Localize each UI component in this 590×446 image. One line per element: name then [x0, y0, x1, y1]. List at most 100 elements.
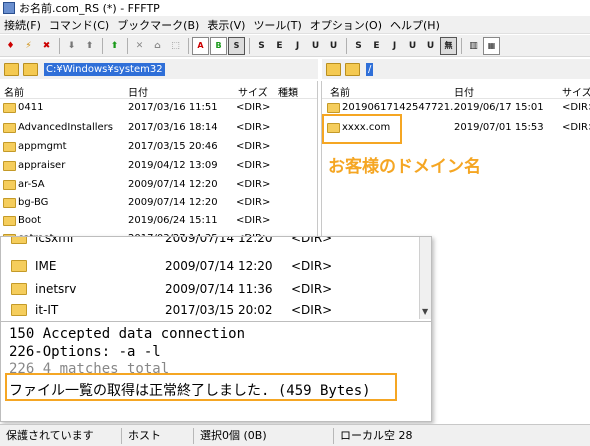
local-column-header: 名前 日付 サイズ 種類: [0, 81, 317, 99]
menu-bookmark[interactable]: ブックマーク(B): [113, 17, 203, 33]
file-size: <DIR>: [236, 122, 271, 133]
file-date: 2009/07/14 12:20: [165, 259, 273, 273]
binary-mode-icon[interactable]: B: [210, 36, 227, 55]
folder-icon: [3, 142, 16, 152]
file-name: 0411: [18, 102, 44, 113]
file-size: <DIR>: [236, 179, 271, 190]
file-date: 2019/07/01 15:53: [454, 122, 544, 133]
kanji-utf8-icon[interactable]: U: [307, 37, 324, 55]
app-icon: [3, 2, 15, 14]
folder-up-icon[interactable]: [326, 62, 341, 76]
ascii-mode-icon[interactable]: A: [192, 36, 209, 55]
download-icon[interactable]: ⬇: [63, 37, 80, 55]
col-name[interactable]: 名前: [4, 84, 24, 99]
zoom-inset: icsxml 2009/07/14 12:20 <DIR> IME 2009/0…: [0, 236, 432, 422]
col-name[interactable]: 名前: [330, 84, 350, 99]
file-size: <DIR>: [562, 122, 590, 133]
delete-icon[interactable]: ✕: [131, 37, 148, 55]
rename-icon[interactable]: ⌂: [149, 37, 166, 55]
list-item[interactable]: 0411 2017/03/16 11:51 <DIR>: [0, 99, 317, 117]
scroll-down-icon[interactable]: ▼: [422, 307, 428, 316]
kanji-jis-icon[interactable]: J: [289, 37, 306, 55]
remote-jis-icon[interactable]: J: [386, 37, 403, 55]
folder-icon: [11, 237, 27, 244]
zoom-scrollbar[interactable]: ▼: [419, 237, 431, 319]
folder-up-icon[interactable]: [4, 62, 19, 76]
remote-utf8bom-icon[interactable]: U: [422, 37, 439, 55]
list-item[interactable]: icsxml 2009/07/14 12:20 <DIR>: [1, 237, 419, 249]
local-path-input[interactable]: C:¥Windows¥system32: [44, 62, 165, 76]
menu-command[interactable]: コマンド(C): [45, 17, 113, 33]
status-local-free: ローカル空 28: [340, 428, 413, 442]
file-size: <DIR>: [291, 282, 333, 296]
menu-options[interactable]: オプション(O): [306, 17, 386, 33]
zoom-file-list[interactable]: icsxml 2009/07/14 12:20 <DIR> IME 2009/0…: [1, 237, 419, 319]
file-name: 20190617142547721...: [342, 102, 460, 113]
list-item[interactable]: bg-BG 2009/07/14 12:20 <DIR>: [0, 194, 317, 212]
no-convert-icon[interactable]: 無: [440, 36, 457, 55]
file-date: 2009/07/14 11:36: [165, 282, 273, 296]
kanji-utf8bom-icon[interactable]: U: [325, 37, 342, 55]
toolbar: ♦ ⚡ ✖ ⬇ ⬆ ⬆ ✕ ⌂ ⬚ A B S S E J U U S E J …: [0, 35, 590, 57]
file-date: 2009/07/14 12:20: [165, 237, 273, 245]
list-view-icon[interactable]: ▥: [465, 37, 482, 55]
mirror-upload-icon[interactable]: ⬆: [106, 37, 123, 55]
domain-highlight-box: [322, 114, 402, 144]
list-item[interactable]: ar-SA 2009/07/14 12:20 <DIR>: [0, 176, 317, 194]
domain-annotation-label: お客様のドメイン名: [328, 157, 481, 177]
remote-sjis-icon[interactable]: S: [350, 37, 367, 55]
file-size: <DIR>: [236, 102, 271, 113]
toolbar-separator: [59, 37, 60, 54]
remote-address-bar: /: [322, 59, 590, 79]
kanji-sjis-icon[interactable]: S: [253, 37, 270, 55]
toolbar-separator: [188, 37, 189, 54]
remote-path-input[interactable]: /: [366, 62, 374, 76]
menu-help[interactable]: ヘルプ(H): [386, 17, 444, 33]
file-size: <DIR>: [562, 102, 590, 113]
file-name: appraiser: [18, 160, 66, 171]
remote-euc-icon[interactable]: E: [368, 37, 385, 55]
list-item[interactable]: AdvancedInstallers 2017/03/16 18:14 <DIR…: [0, 119, 317, 137]
folder-open-icon[interactable]: [23, 62, 38, 76]
col-date[interactable]: 日付: [454, 84, 474, 99]
status-host: ホスト: [122, 427, 194, 444]
menu-tools[interactable]: ツール(T): [249, 17, 305, 33]
file-date: 2019/04/12 13:09: [128, 160, 218, 171]
local-address-bar: C:¥Windows¥system32: [0, 59, 318, 79]
remote-utf8-icon[interactable]: U: [404, 37, 421, 55]
upload-icon[interactable]: ⬆: [81, 37, 98, 55]
auto-mode-icon[interactable]: S: [228, 36, 245, 55]
col-size[interactable]: サイズ: [562, 84, 590, 99]
folder-icon: [11, 304, 27, 316]
toolbar-separator: [461, 37, 462, 54]
file-size: <DIR>: [236, 215, 271, 226]
list-item[interactable]: appraiser 2019/04/12 13:09 <DIR>: [0, 157, 317, 175]
list-item[interactable]: IME 2009/07/14 12:20 <DIR>: [1, 255, 419, 277]
quick-connect-icon[interactable]: ⚡: [20, 37, 37, 55]
list-item[interactable]: inetsrv 2009/07/14 11:36 <DIR>: [1, 278, 419, 300]
toolbar-separator: [346, 37, 347, 54]
folder-open-icon[interactable]: [345, 62, 360, 76]
file-name: bg-BG: [18, 197, 49, 208]
mkdir-icon[interactable]: ⬚: [167, 37, 184, 55]
col-size[interactable]: サイズ: [238, 84, 268, 99]
list-item[interactable]: it-IT 2017/03/15 20:02 <DIR>: [1, 299, 419, 319]
col-type[interactable]: 種類: [278, 84, 298, 99]
toolbar-separator: [102, 37, 103, 54]
menu-view[interactable]: 表示(V): [203, 17, 249, 33]
detail-view-icon[interactable]: ▦: [483, 36, 500, 55]
file-name: icsxml: [35, 237, 74, 245]
folder-icon: [327, 103, 340, 113]
list-item[interactable]: appmgmt 2017/03/15 20:46 <DIR>: [0, 138, 317, 156]
disconnect-icon[interactable]: ✖: [38, 37, 55, 55]
kanji-euc-icon[interactable]: E: [271, 37, 288, 55]
list-item[interactable]: Boot 2019/06/24 15:11 <DIR>: [0, 212, 317, 230]
file-size: <DIR>: [291, 237, 333, 245]
menu-connect[interactable]: 接続(F): [0, 17, 45, 33]
connect-icon[interactable]: ♦: [2, 37, 19, 55]
file-size: <DIR>: [291, 303, 333, 317]
log-line: 226-Options: -a -l: [9, 344, 161, 360]
window-title: お名前.com_RS (*) - FFFTP: [19, 2, 160, 15]
file-size: <DIR>: [236, 197, 271, 208]
col-date[interactable]: 日付: [128, 84, 148, 99]
